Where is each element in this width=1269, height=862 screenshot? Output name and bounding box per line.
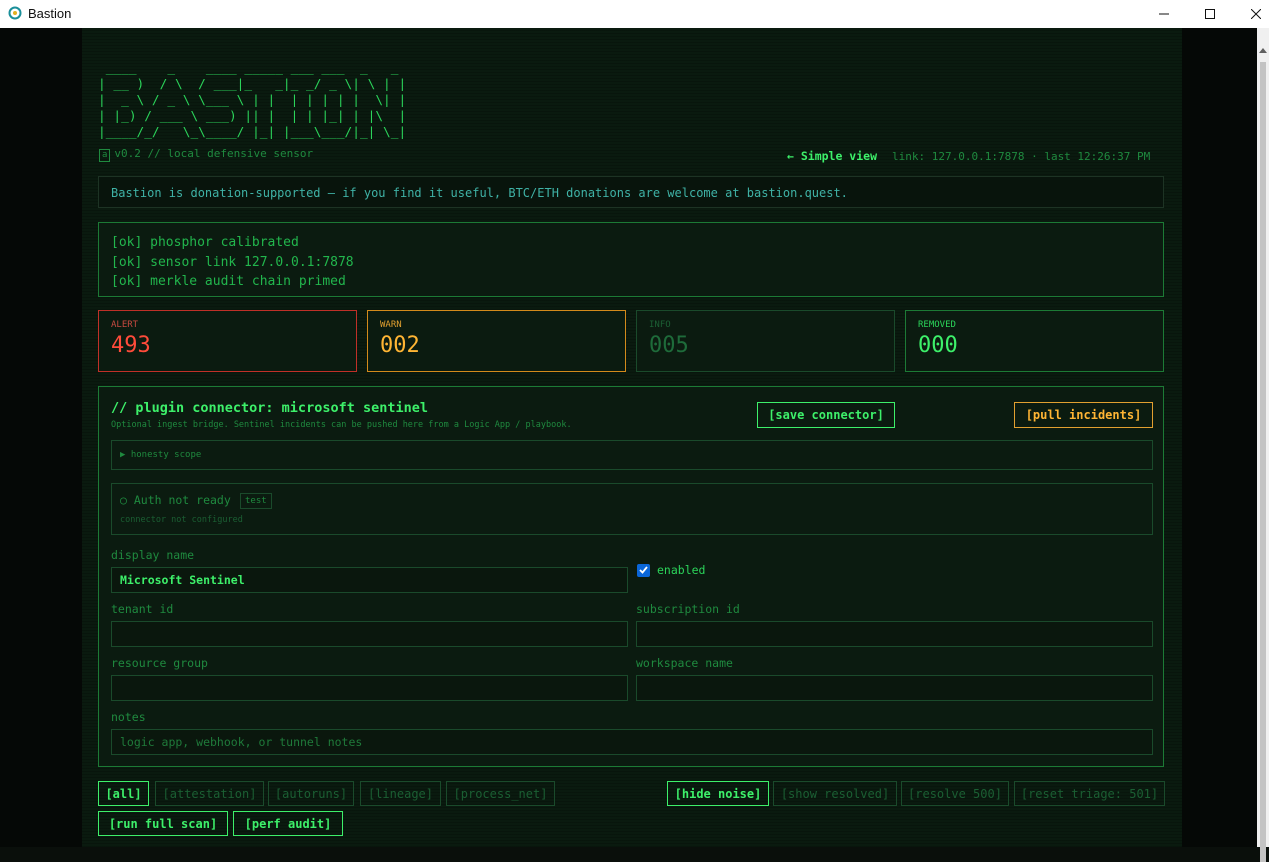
- hide-noise-button[interactable]: [hide noise]: [667, 781, 769, 806]
- perf-audit-button[interactable]: [perf audit]: [233, 811, 343, 836]
- checkmark-icon[interactable]: [637, 563, 650, 577]
- workspace-name-label: workspace name: [636, 656, 733, 670]
- tenant-id-label: tenant id: [111, 602, 174, 616]
- display-name-label: display name: [111, 548, 195, 562]
- main-content: ____ _ ____ _____ ___ ___ _ _ | __ ) / \…: [82, 28, 1182, 847]
- stat-warn-value: 002: [380, 333, 420, 358]
- scrollbar[interactable]: [1257, 28, 1269, 862]
- close-icon[interactable]: [1233, 0, 1269, 28]
- ascii-logo: ____ _ ____ _____ ___ ___ _ _ | __ ) / \…: [98, 61, 407, 140]
- filter-attestation[interactable]: [attestation]: [155, 781, 264, 806]
- version-line: a v0.2 // local defensive sensor: [99, 147, 313, 162]
- stat-info-label: INFO: [649, 320, 671, 330]
- test-button[interactable]: test: [240, 493, 272, 509]
- notes-label: notes: [111, 710, 146, 724]
- stat-warn-label: WARN: [380, 320, 402, 330]
- plugin-title: // plugin connector: microsoft sentinel: [111, 400, 428, 416]
- app-icon: [8, 6, 22, 20]
- tenant-id-input[interactable]: [111, 621, 628, 647]
- boot-log: [ok] phosphor calibrated [ok] sensor lin…: [98, 222, 1164, 297]
- version-text: v0.2 // local defensive sensor: [114, 147, 314, 160]
- auth-status: ○ Auth not ready: [120, 493, 231, 507]
- auth-status-box: ○ Auth not ready test connector not conf…: [111, 483, 1153, 535]
- pull-incidents-button[interactable]: [pull incidents]: [1014, 402, 1153, 428]
- honesty-scope-toggle[interactable]: ▶ honesty scope: [111, 440, 1153, 470]
- stat-warn[interactable]: WARN 002: [367, 310, 626, 372]
- stat-removed-label: REMOVED: [918, 320, 956, 330]
- stat-alert-value: 493: [111, 333, 151, 358]
- resource-group-input[interactable]: [111, 675, 628, 701]
- minimize-icon[interactable]: [1141, 0, 1187, 28]
- stat-removed-value: 000: [918, 333, 958, 358]
- auth-detail: connector not configured: [120, 515, 243, 525]
- subscription-id-label: subscription id: [636, 602, 740, 616]
- left-gutter: [0, 28, 82, 847]
- scroll-up-icon[interactable]: [1259, 48, 1267, 53]
- stat-alert-label: ALERT: [111, 320, 139, 330]
- run-full-scan-button[interactable]: [run full scan]: [98, 811, 228, 836]
- filter-autoruns[interactable]: [autoruns]: [268, 781, 354, 806]
- display-name-input[interactable]: [111, 567, 628, 593]
- stat-info[interactable]: INFO 005: [636, 310, 895, 372]
- filter-process-net[interactable]: [process_net]: [446, 781, 555, 806]
- maximize-icon[interactable]: [1187, 0, 1233, 28]
- save-connector-button[interactable]: [save connector]: [757, 402, 895, 428]
- boot-log-line: [ok] merkle audit chain primed: [111, 274, 346, 289]
- window-titlebar: Bastion: [0, 0, 1269, 28]
- window-title: Bastion: [28, 6, 72, 21]
- show-resolved-button[interactable]: [show resolved]: [773, 781, 897, 806]
- plugin-connector-panel: // plugin connector: microsoft sentinel …: [98, 386, 1164, 767]
- version-badge: a: [99, 149, 111, 162]
- stat-removed[interactable]: REMOVED 000: [905, 310, 1164, 372]
- notes-input[interactable]: [111, 729, 1153, 755]
- boot-log-line: [ok] phosphor calibrated: [111, 235, 299, 250]
- plugin-subtitle: Optional ingest bridge. Sentinel inciden…: [111, 420, 572, 430]
- boot-log-line: [ok] sensor link 127.0.0.1:7878: [111, 254, 354, 270]
- reset-triage-button[interactable]: [reset triage: 501]: [1014, 781, 1165, 806]
- stat-alert[interactable]: ALERT 493: [98, 310, 357, 372]
- right-gutter: [1182, 28, 1257, 847]
- enabled-checkbox[interactable]: enabled: [637, 563, 705, 577]
- workspace-name-input[interactable]: [636, 675, 1153, 701]
- enabled-label: enabled: [657, 563, 706, 577]
- scrollbar-thumb[interactable]: [1260, 62, 1266, 862]
- subscription-id-input[interactable]: [636, 621, 1153, 647]
- resource-group-label: resource group: [111, 656, 208, 670]
- filter-lineage[interactable]: [lineage]: [360, 781, 441, 806]
- simple-view-link[interactable]: ← Simple view: [787, 149, 877, 163]
- donation-banner: Bastion is donation-supported — if you f…: [98, 176, 1164, 208]
- filter-all[interactable]: [all]: [98, 781, 149, 806]
- link-status: link: 127.0.0.1:7878 · last 12:26:37 PM: [892, 150, 1151, 163]
- resolve-button[interactable]: [resolve 500]: [901, 781, 1009, 806]
- stat-info-value: 005: [649, 333, 689, 358]
